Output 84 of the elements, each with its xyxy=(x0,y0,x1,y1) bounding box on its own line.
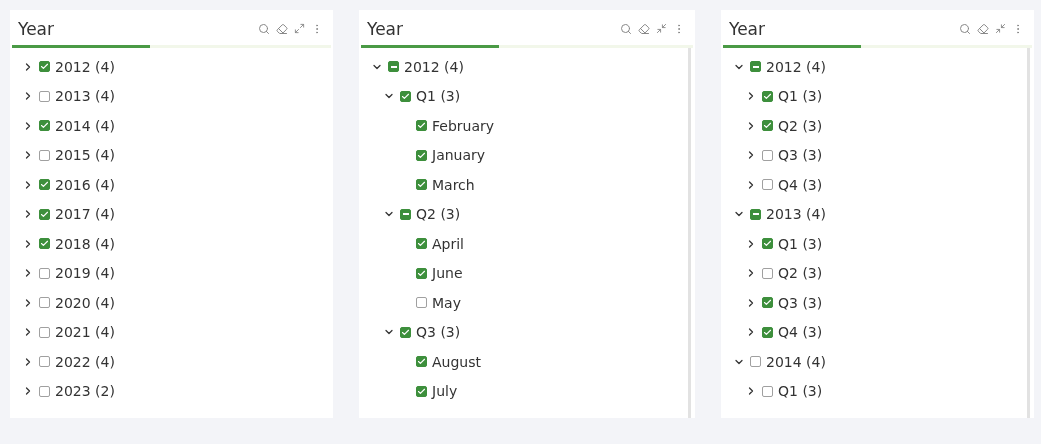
checkbox[interactable] xyxy=(416,149,427,161)
checkbox[interactable] xyxy=(39,90,50,102)
checkbox[interactable] xyxy=(416,356,427,368)
checkbox[interactable] xyxy=(750,61,761,73)
tree-item-label[interactable]: 2013 (4) xyxy=(55,88,115,105)
tree-item-label[interactable]: Q4 (3) xyxy=(778,176,823,193)
eraser-icon[interactable] xyxy=(977,23,989,35)
tree-item-label[interactable]: Q4 (3) xyxy=(778,324,823,341)
tree-item-label[interactable]: 2014 (4) xyxy=(766,353,826,370)
checkbox[interactable] xyxy=(762,149,773,161)
checkbox[interactable] xyxy=(416,179,427,191)
checkbox[interactable] xyxy=(750,356,761,368)
collapse-icon[interactable] xyxy=(656,23,667,35)
tree-item-label[interactable]: Q1 (3) xyxy=(416,88,461,105)
tree-item-label[interactable]: 2012 (4) xyxy=(404,58,464,75)
tree-item-label[interactable]: 2012 (4) xyxy=(766,58,826,75)
tree-item-label[interactable]: Q2 (3) xyxy=(778,117,823,134)
checkbox[interactable] xyxy=(39,179,50,191)
tree-item-label[interactable]: 2013 (4) xyxy=(766,206,826,223)
panel-title: Year xyxy=(367,19,404,39)
checkbox[interactable] xyxy=(416,297,427,309)
tree-item-label[interactable]: June xyxy=(432,265,463,282)
eraser-icon[interactable] xyxy=(276,23,288,35)
panel-title: Year xyxy=(729,19,766,39)
tree-item-label[interactable]: 2020 (4) xyxy=(55,294,115,311)
tree-item-label[interactable]: July xyxy=(432,383,458,400)
panel-title: Year xyxy=(18,19,55,39)
checkbox[interactable] xyxy=(39,356,50,368)
checkbox[interactable] xyxy=(39,326,50,338)
tree-item-label[interactable]: Q1 (3) xyxy=(778,235,823,252)
checkbox[interactable] xyxy=(39,61,50,73)
tree-item-label[interactable]: 2017 (4) xyxy=(55,206,115,223)
checkbox[interactable] xyxy=(400,90,411,102)
checkbox[interactable] xyxy=(750,208,761,220)
checkbox[interactable] xyxy=(416,385,427,397)
tree-item-label[interactable]: Q2 (3) xyxy=(416,206,461,223)
checkbox[interactable] xyxy=(762,385,773,397)
search-icon[interactable] xyxy=(959,23,971,35)
tree-item-label[interactable]: 2023 (2) xyxy=(55,383,115,400)
collapse-icon[interactable] xyxy=(995,23,1006,35)
eraser-icon[interactable] xyxy=(638,23,650,35)
checkbox[interactable] xyxy=(400,326,411,338)
tree-item-label[interactable]: April xyxy=(432,235,464,252)
checkbox[interactable] xyxy=(39,297,50,309)
tree-item-label[interactable]: 2015 (4) xyxy=(55,147,115,164)
tree-item-label[interactable]: Q2 (3) xyxy=(778,265,823,282)
tree-item-label[interactable]: May xyxy=(432,294,461,311)
expand-icon[interactable] xyxy=(294,23,305,35)
tree-item-label[interactable]: Q1 (3) xyxy=(778,88,823,105)
checkbox[interactable] xyxy=(762,238,773,250)
checkbox[interactable] xyxy=(39,238,50,250)
checkbox[interactable] xyxy=(762,90,773,102)
tree-item-label[interactable]: January xyxy=(432,147,486,164)
tree-item-label[interactable]: 2018 (4) xyxy=(55,235,115,252)
checkbox[interactable] xyxy=(762,120,773,132)
tree-item-label[interactable]: February xyxy=(432,117,495,134)
checkbox[interactable] xyxy=(400,208,411,220)
checkbox[interactable] xyxy=(39,385,50,397)
tree-item-label[interactable]: March xyxy=(432,176,475,193)
search-icon[interactable] xyxy=(620,23,632,35)
tree-item-label[interactable]: Q3 (3) xyxy=(778,147,823,164)
checkbox[interactable] xyxy=(39,120,50,132)
tree-item-label[interactable]: August xyxy=(432,353,481,370)
checkbox[interactable] xyxy=(388,61,399,73)
checkbox[interactable] xyxy=(39,149,50,161)
checkbox[interactable] xyxy=(416,238,427,250)
search-icon[interactable] xyxy=(258,23,270,35)
tree-item-label[interactable]: Q3 (3) xyxy=(778,294,823,311)
tree-item-label[interactable]: Q3 (3) xyxy=(416,324,461,341)
checkbox[interactable] xyxy=(416,120,427,132)
checkbox[interactable] xyxy=(762,297,773,309)
checkbox[interactable] xyxy=(762,179,773,191)
tree-item-label[interactable]: 2012 (4) xyxy=(55,58,115,75)
checkbox[interactable] xyxy=(762,326,773,338)
tree-item-label[interactable]: 2014 (4) xyxy=(55,117,115,134)
checkbox[interactable] xyxy=(416,267,427,279)
tree-item-label[interactable]: 2016 (4) xyxy=(55,176,115,193)
tree-item-label[interactable]: 2022 (4) xyxy=(55,353,115,370)
tree-item-label[interactable]: 2019 (4) xyxy=(55,265,115,282)
checkbox[interactable] xyxy=(39,208,50,220)
checkbox[interactable] xyxy=(762,267,773,279)
tree-item-label[interactable]: 2021 (4) xyxy=(55,324,115,341)
tree-item-label[interactable]: Q1 (3) xyxy=(778,383,823,400)
checkbox[interactable] xyxy=(39,267,50,279)
